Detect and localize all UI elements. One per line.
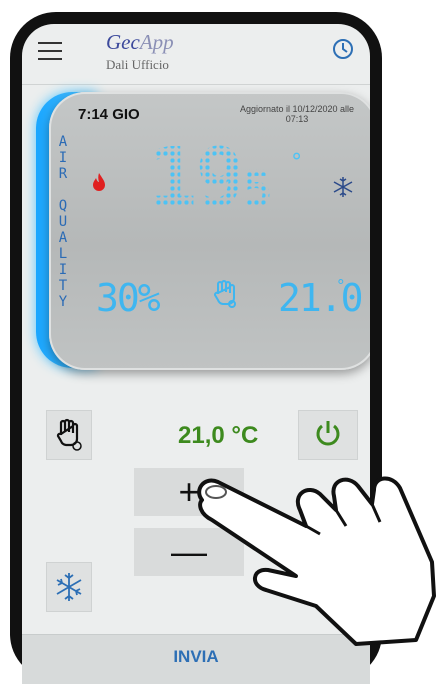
pointing-hand-icon <box>196 430 436 655</box>
clock-icon[interactable] <box>332 38 354 65</box>
snowflake-icon <box>332 176 354 203</box>
current-temp-degree: ° <box>290 150 304 175</box>
air-quality-letter: L <box>58 246 68 262</box>
current-temperature: 195 <box>148 136 271 232</box>
air-quality-letter: A <box>58 134 68 150</box>
target-temp-degree: ° <box>336 276 346 295</box>
header-divider <box>22 84 370 85</box>
display-time: 7:14 GIO <box>78 106 140 123</box>
last-updated: Aggiornato il 10/12/2020 alle 07:13 <box>239 104 355 124</box>
target-temperature: 21.0 <box>278 276 364 320</box>
manual-hand-icon <box>212 278 238 313</box>
air-quality-letter: T <box>58 278 68 294</box>
air-quality-letter: A <box>58 230 68 246</box>
air-quality-letter: Y <box>58 294 68 310</box>
air-quality-label: AIR QUALITY <box>56 134 70 310</box>
hamburger-menu-icon[interactable] <box>38 42 62 60</box>
app-title: GecApp <box>106 30 174 54</box>
cooling-mode-button[interactable] <box>46 562 92 612</box>
air-quality-letter <box>56 182 70 198</box>
manual-mode-button[interactable] <box>46 410 92 460</box>
flame-icon <box>92 172 106 197</box>
humidity-value: 30% <box>96 276 161 320</box>
location-subtitle: Dali Ufficio <box>106 57 169 72</box>
air-quality-letter: R <box>58 166 68 182</box>
air-quality-letter: I <box>58 150 68 166</box>
air-quality-letter: Q <box>58 198 68 214</box>
air-quality-letter: I <box>58 262 68 278</box>
air-quality-letter: U <box>58 214 68 230</box>
